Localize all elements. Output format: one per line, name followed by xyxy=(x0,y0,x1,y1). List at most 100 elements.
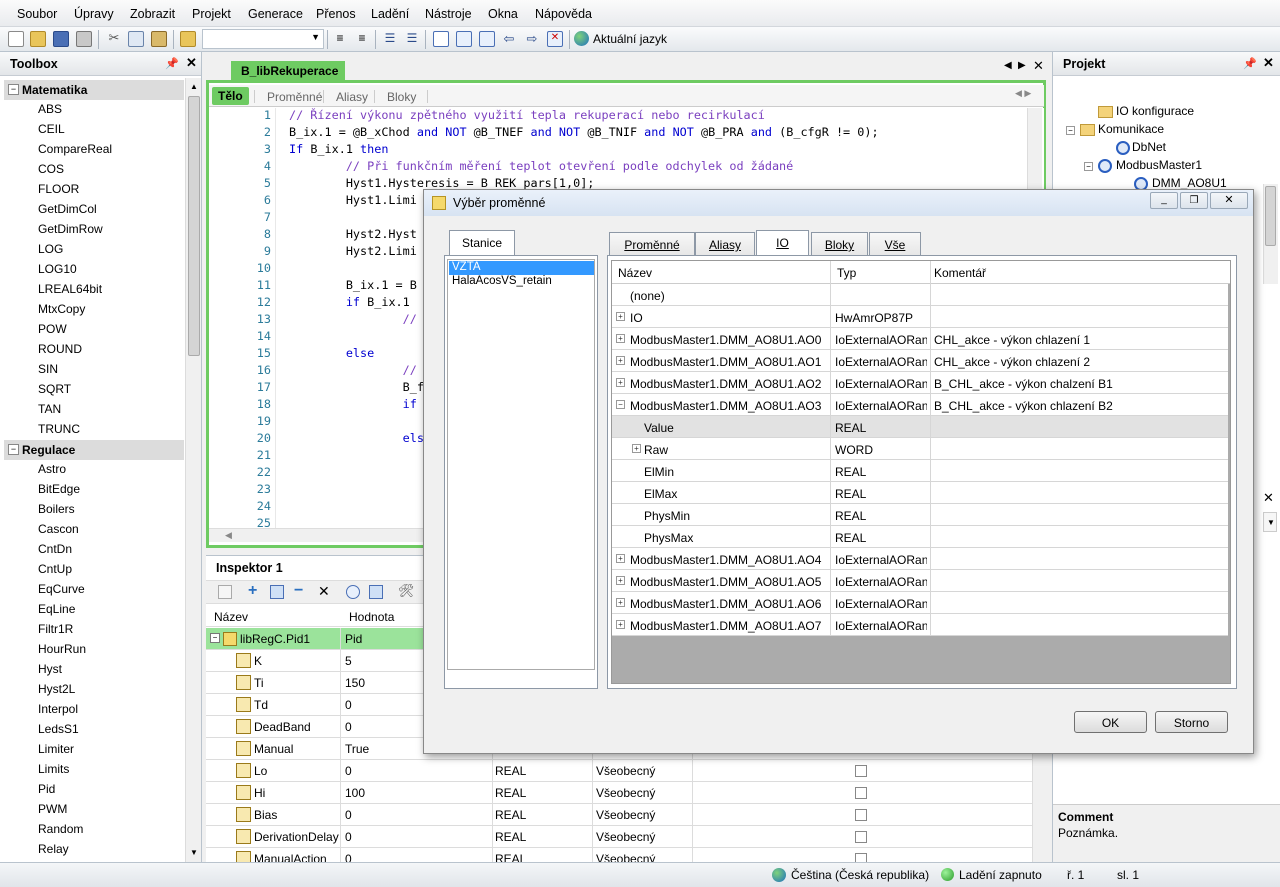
inspector-row[interactable]: Lo 0 REAL Všeobecný xyxy=(206,760,1032,782)
expand-icon[interactable]: + xyxy=(616,576,625,585)
menu-item-7[interactable]: Nástroje xyxy=(425,7,472,21)
menu-item-9[interactable]: Nápověda xyxy=(535,7,592,21)
toolbox-scrollbar[interactable]: ▲ ▼ xyxy=(185,78,201,862)
row-value[interactable]: 0 xyxy=(345,698,352,712)
toolbox-category[interactable]: − Matematika xyxy=(4,80,184,100)
code-text[interactable]: If B_ix.1 then xyxy=(289,142,388,156)
minimize-icon[interactable]: _ xyxy=(1150,192,1178,209)
code-text[interactable]: B_ix.1 = @B_xChod and NOT @B_TNEF and NO… xyxy=(289,125,879,139)
tree-item[interactable]: Komunikace xyxy=(1098,122,1164,136)
grid-col-header[interactable]: Typ xyxy=(837,266,856,280)
toolbox-item[interactable]: ROUND xyxy=(38,342,82,356)
menu-item-8[interactable]: Okna xyxy=(488,7,518,21)
toolbox-item[interactable]: COS xyxy=(38,162,64,176)
inspector-row[interactable]: DerivationDelay 0 REAL Všeobecný xyxy=(206,826,1032,848)
inspector-row[interactable]: Hi 100 REAL Všeobecný xyxy=(206,782,1032,804)
close-doc-icon[interactable]: ✕ xyxy=(1033,58,1044,74)
menu-item-4[interactable]: Generace xyxy=(248,7,303,21)
toolbox-item[interactable]: LOG10 xyxy=(38,262,77,276)
close-icon[interactable]: ✕ xyxy=(1210,192,1248,209)
scrollbar-thumb[interactable] xyxy=(188,96,200,356)
expand-icon[interactable]: + xyxy=(616,312,625,321)
arrow-right-icon[interactable]: ⇨ xyxy=(524,31,540,47)
row-value[interactable]: 0 xyxy=(345,720,352,734)
grid-row[interactable]: − ModbusMaster1.DMM_AO8U1.AO3 IoExternalAO… xyxy=(612,394,1228,416)
toolbox-item[interactable]: CntDn xyxy=(38,542,72,556)
toolbox-item[interactable]: SQRT xyxy=(38,382,71,396)
toolbox-item[interactable]: SIN xyxy=(38,362,58,376)
toolbox-item[interactable]: Interpol xyxy=(38,702,78,716)
grid-row[interactable]: PhysMin REAL xyxy=(612,504,1228,526)
menu-item-3[interactable]: Projekt xyxy=(192,7,231,21)
collapse-icon[interactable]: − xyxy=(210,633,220,643)
save-icon[interactable] xyxy=(53,31,69,47)
menu-item-5[interactable]: Přenos xyxy=(316,7,356,21)
toolbox-item[interactable]: HourRun xyxy=(38,642,86,656)
row-value[interactable]: True xyxy=(345,742,369,756)
toolbox-item[interactable]: CntUp xyxy=(38,562,72,576)
toolbox-category[interactable]: − Regulace xyxy=(4,440,184,460)
toolbox-item[interactable]: EqCurve xyxy=(38,582,85,596)
toolbox-item[interactable]: CompareReal xyxy=(38,142,112,156)
code-text[interactable]: B_ix.1 = B xyxy=(289,278,417,292)
code-text[interactable]: B_f xyxy=(289,380,424,394)
add-icon[interactable]: + xyxy=(248,582,257,600)
grid-row[interactable]: + ModbusMaster1.DMM_AO8U1.AO7 IoExternalAO… xyxy=(612,614,1228,636)
toolbox-item[interactable]: CEIL xyxy=(38,122,65,136)
maximize-icon[interactable]: ❐ xyxy=(1180,192,1208,209)
scrollbar-thumb[interactable] xyxy=(1265,186,1276,246)
status-language[interactable]: Čeština (Česká republika) xyxy=(791,868,929,882)
code-text[interactable]: Hyst2.Hyst xyxy=(289,227,417,241)
remove-icon[interactable]: − xyxy=(294,582,303,600)
tab-0[interactable]: Proměnné xyxy=(609,232,695,256)
grid-row[interactable]: + ModbusMaster1.DMM_AO8U1.AO1 IoExternalAO… xyxy=(612,350,1228,372)
code-text[interactable]: Hyst1.Limi xyxy=(289,193,417,207)
toolbox-item[interactable]: Limiter xyxy=(38,742,74,756)
cut-icon[interactable]: ✂ xyxy=(106,31,122,47)
project-scrollbar[interactable] xyxy=(1263,184,1278,284)
pin-icon[interactable]: 📌 xyxy=(165,57,179,70)
language-button[interactable]: Aktuální jazyk xyxy=(574,30,670,49)
toolbox-item[interactable]: Boilers xyxy=(38,502,75,516)
toolbox-item[interactable]: Random xyxy=(38,822,83,836)
tab-nav-left-icon[interactable]: ◀ xyxy=(1004,60,1012,71)
grid-row[interactable]: + ModbusMaster1.DMM_AO8U1.AO4 IoExternalAO… xyxy=(612,548,1228,570)
code-text[interactable]: // Řízení výkonu zpětného využití tepla … xyxy=(289,108,765,122)
tab-3[interactable]: Bloky xyxy=(811,232,868,256)
tree-item[interactable]: IO konfigurace xyxy=(1116,104,1194,118)
scroll-up-icon[interactable]: ▲ xyxy=(190,82,198,91)
grid-row[interactable]: + ModbusMaster1.DMM_AO8U1.AO5 IoExternalAO… xyxy=(612,570,1228,592)
code-text[interactable]: els xyxy=(289,431,424,445)
toolbox-item[interactable]: LREAL64bit xyxy=(38,282,102,296)
cancel-button[interactable]: Storno xyxy=(1155,711,1228,733)
tools-icon[interactable]: 🛠 xyxy=(398,583,415,599)
grid-row[interactable]: (none) xyxy=(612,284,1228,306)
toolbox-item[interactable]: FLOOR xyxy=(38,182,79,196)
collapse-icon[interactable]: − xyxy=(1084,162,1093,171)
code-text[interactable]: Hyst1.Hysteresis = B_REK_pars[1,0]; xyxy=(289,176,595,190)
collapse-icon[interactable]: − xyxy=(616,400,625,409)
tree-item[interactable]: ModbusMaster1 xyxy=(1116,158,1202,172)
toolbox-item[interactable]: Filtr1R xyxy=(38,622,73,636)
subtab-nav-icon[interactable]: ◀ ▶ xyxy=(1015,88,1031,99)
col-value-header[interactable]: Hodnota xyxy=(349,610,394,624)
collapse-icon[interactable]: − xyxy=(8,84,19,95)
row-checkbox[interactable] xyxy=(855,765,867,777)
expand-icon[interactable]: + xyxy=(616,620,625,629)
grid-col-header[interactable]: Komentář xyxy=(934,266,986,280)
row-value[interactable]: 0 xyxy=(345,764,352,778)
row-checkbox[interactable] xyxy=(855,809,867,821)
toolbox-item[interactable]: Astro xyxy=(38,462,66,476)
station-item[interactable]: HalaAcosVS_retain xyxy=(449,275,594,289)
toolbox-item[interactable]: Relay xyxy=(38,842,69,856)
arrow-left-icon[interactable]: ⇦ xyxy=(501,31,517,47)
station-item[interactable]: VZTA xyxy=(449,261,594,275)
inspector-row[interactable]: Bias 0 REAL Všeobecný xyxy=(206,804,1032,826)
code-text[interactable]: Hyst2.Limi xyxy=(289,244,417,258)
tab-stanice[interactable]: Stanice xyxy=(449,230,515,256)
grid-row[interactable]: + ModbusMaster1.DMM_AO8U1.AO2 IoExternalAO… xyxy=(612,372,1228,394)
menu-item-0[interactable]: Soubor xyxy=(17,7,57,21)
toolbox-item[interactable]: MtxCopy xyxy=(38,302,85,316)
properties-icon[interactable] xyxy=(218,585,232,599)
close-icon[interactable]: ✕ xyxy=(186,55,197,71)
